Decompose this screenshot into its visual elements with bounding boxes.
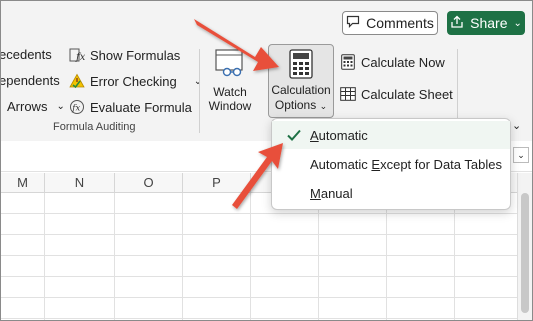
calculate-now-icon xyxy=(340,54,356,70)
error-checking-button[interactable]: Error Checking ⌄ xyxy=(69,73,202,89)
grid-line xyxy=(1,276,532,277)
remove-arrows-button[interactable]: Arrows ⌄ xyxy=(7,99,65,114)
show-formulas-label: Show Formulas xyxy=(90,47,181,63)
watch-window-icon xyxy=(213,48,247,83)
calculate-now-label: Calculate Now xyxy=(361,54,445,70)
watch-window-button[interactable]: Watch Window xyxy=(205,46,255,116)
chevron-down-icon: ⌄ xyxy=(513,17,522,29)
grid-line xyxy=(1,255,532,256)
calculation-options-line2: Options xyxy=(274,98,317,112)
show-formulas-icon: fx xyxy=(69,47,85,63)
calculator-icon xyxy=(289,49,313,84)
collapse-ribbon-icon[interactable]: ⌄ xyxy=(512,119,521,132)
chevron-down-icon: ⌄ xyxy=(56,101,65,112)
watch-window-line2: Window xyxy=(208,99,252,113)
calculate-sheet-label: Calculate Sheet xyxy=(361,86,453,102)
menu-item-manual[interactable]: Manual xyxy=(272,179,510,207)
trace-dependents-label: ependents xyxy=(0,73,60,88)
calculate-sheet-icon xyxy=(340,86,356,102)
calculation-options-menu: Automatic Automatic Except for Data Tabl… xyxy=(271,118,511,210)
calculation-options-button[interactable]: Calculation Options ⌄ xyxy=(268,44,334,118)
calculate-sheet-button[interactable]: Calculate Sheet xyxy=(340,86,453,102)
grid-line xyxy=(1,297,532,298)
column-header-p[interactable]: P xyxy=(183,173,251,193)
column-header-o[interactable]: O xyxy=(115,173,183,193)
calculation-options-line1: Calculation xyxy=(271,83,331,97)
evaluate-formula-button[interactable]: fx Evaluate Formula xyxy=(69,99,192,115)
column-header-m[interactable]: M xyxy=(1,173,45,193)
scrollbar-thumb[interactable] xyxy=(521,193,529,313)
trace-precedents-label: ecedents xyxy=(0,47,52,62)
group-divider xyxy=(199,49,200,133)
chevron-down-icon: ⌄ xyxy=(193,75,203,87)
menu-item-label: Automatic xyxy=(310,127,368,143)
checkmark-icon xyxy=(286,127,302,143)
evaluate-formula-label: Evaluate Formula xyxy=(90,99,192,115)
trace-precedents-button[interactable]: ecedents xyxy=(0,47,52,62)
title-strip: Comments Share ⌄ xyxy=(1,1,532,41)
comments-button[interactable]: Comments xyxy=(342,11,438,35)
grid-line xyxy=(1,318,532,319)
grid-line xyxy=(1,234,532,235)
chevron-down-icon: ⌄ xyxy=(319,101,328,111)
share-label: Share xyxy=(470,15,508,31)
menu-item-label: Automatic Except for Data Tables xyxy=(310,156,502,172)
cell-grid[interactable] xyxy=(1,193,532,320)
excel-window: Comments Share ⌄ ecedents ependents Arro… xyxy=(0,0,533,321)
menu-item-automatic-except-data-tables[interactable]: Automatic Except for Data Tables xyxy=(272,150,510,178)
share-button[interactable]: Share ⌄ xyxy=(447,11,525,35)
share-icon xyxy=(450,15,464,32)
watch-window-line1: Watch xyxy=(213,85,247,99)
calculate-now-button[interactable]: Calculate Now xyxy=(340,54,445,70)
evaluate-formula-icon: fx xyxy=(69,99,85,115)
show-formulas-button[interactable]: fx Show Formulas xyxy=(69,47,180,63)
svg-text:fx: fx xyxy=(75,52,85,63)
expand-formula-bar-icon[interactable]: ⌄ xyxy=(513,147,529,163)
calculation-options-line2-wrap: Options ⌄ xyxy=(269,98,333,113)
error-checking-icon xyxy=(69,73,85,89)
menu-item-automatic[interactable]: Automatic xyxy=(272,121,510,149)
trace-dependents-button[interactable]: ependents xyxy=(0,73,60,88)
menu-item-label: Manual xyxy=(310,185,353,201)
error-checking-label: Error Checking xyxy=(90,73,177,89)
grid-line xyxy=(1,213,532,214)
group-label-formula-auditing: Formula Auditing xyxy=(53,121,136,133)
column-header-n[interactable]: N xyxy=(45,173,115,193)
remove-arrows-label: Arrows xyxy=(7,99,48,114)
svg-text:fx: fx xyxy=(71,104,80,114)
comments-label: Comments xyxy=(366,15,434,31)
comment-icon xyxy=(346,15,360,31)
vertical-scrollbar[interactable] xyxy=(517,173,532,320)
